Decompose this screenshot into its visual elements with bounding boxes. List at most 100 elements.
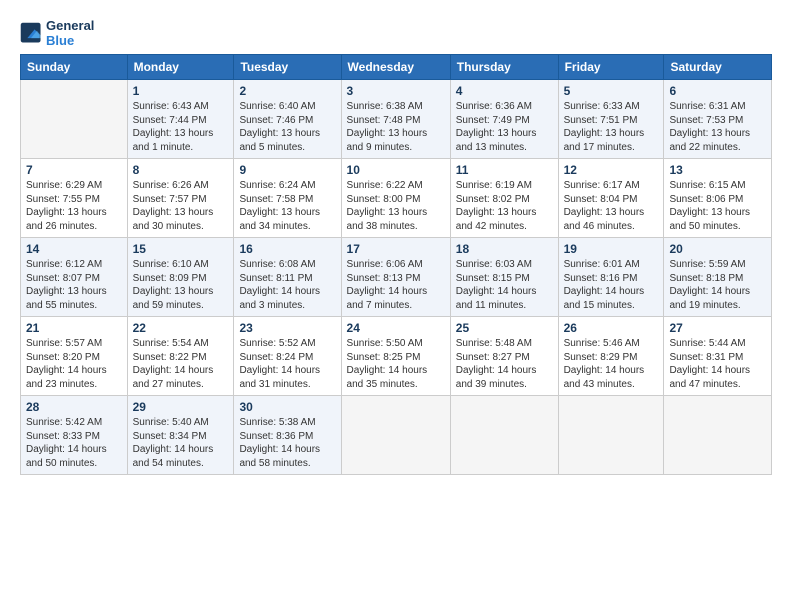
day-number: 13 bbox=[669, 163, 766, 177]
daylight-text: Daylight: 13 hours and 17 minutes. bbox=[564, 128, 645, 153]
calendar-cell: 25Sunrise: 5:48 AMSunset: 8:27 PMDayligh… bbox=[450, 317, 558, 396]
sunrise-text: Sunrise: 6:22 AM bbox=[347, 180, 423, 191]
sunrise-text: Sunrise: 6:01 AM bbox=[564, 259, 640, 270]
day-info: Sunrise: 5:59 AMSunset: 8:18 PMDaylight:… bbox=[669, 258, 766, 312]
day-info: Sunrise: 5:52 AMSunset: 8:24 PMDaylight:… bbox=[239, 337, 335, 391]
calendar-cell: 21 Sunrise: 5:57 AMSunset: 8:20 PMDayligh… bbox=[21, 317, 128, 396]
sunset-text: Sunset: 7:55 PM bbox=[26, 194, 100, 205]
sunrise-text: Sunrise: 6:26 AM bbox=[133, 180, 209, 191]
calendar-cell: 19Sunrise: 6:01 AMSunset: 8:16 PMDayligh… bbox=[558, 238, 664, 317]
day-info: Sunrise: 6:03 AMSunset: 8:15 PMDaylight:… bbox=[456, 258, 553, 312]
sunrise-text: Sunrise: 6:24 AM bbox=[239, 180, 315, 191]
day-info: Sunrise: 5:57 AMSunset: 8:20 PMDaylight:… bbox=[26, 337, 122, 391]
day-number: 20 bbox=[669, 242, 766, 256]
day-info: Sunrise: 6:08 AMSunset: 8:11 PMDaylight:… bbox=[239, 258, 335, 312]
daylight-text: Daylight: 14 hours and 19 minutes. bbox=[669, 286, 750, 311]
sunset-text: Sunset: 7:51 PM bbox=[564, 115, 638, 126]
day-header-wednesday: Wednesday bbox=[341, 55, 450, 80]
calendar-cell: 14Sunrise: 6:12 AMSunset: 8:07 PMDayligh… bbox=[21, 238, 128, 317]
calendar-cell: 17 Sunrise: 6:06 AM Sunset: 8:13 PM Dayligh… bbox=[341, 238, 450, 317]
sunset-text: Sunset: 8:02 PM bbox=[456, 194, 530, 205]
day-info: Sunrise: 5:42 AMSunset: 8:33 PMDaylight:… bbox=[26, 416, 122, 470]
day-info: Sunrise: 6:15 AMSunset: 8:06 PMDaylight:… bbox=[669, 179, 766, 233]
calendar-cell bbox=[558, 396, 664, 475]
daylight-text: Daylight: 13 hours and 55 minutes. bbox=[26, 286, 107, 311]
sunrise-text: Sunrise: 5:50 AM bbox=[347, 338, 423, 349]
calendar-cell: 11Sunrise: 6:19 AMSunset: 8:02 PMDayligh… bbox=[450, 159, 558, 238]
calendar-cell: 10Sunrise: 6:22 AMSunset: 8:00 PMDayligh… bbox=[341, 159, 450, 238]
sunrise-text: Sunrise: 5:44 AM bbox=[669, 338, 745, 349]
calendar-cell: 9Sunrise: 6:24 AMSunset: 7:58 PMDaylight… bbox=[234, 159, 341, 238]
daylight-text: Daylight: 14 hours and 23 minutes. bbox=[26, 365, 107, 390]
sunset-text: Sunset: 7:58 PM bbox=[239, 194, 313, 205]
sunset-text: Sunset: 8:15 PM bbox=[456, 273, 530, 284]
sunset-text: Sunset: 8:11 PM bbox=[239, 273, 312, 284]
daylight-text: Daylight: 14 hours and 11 minutes. bbox=[456, 286, 537, 311]
daylight-text: Daylight: 14 hours and 54 minutes. bbox=[133, 444, 214, 469]
day-header-saturday: Saturday bbox=[664, 55, 772, 80]
day-header-monday: Monday bbox=[127, 55, 234, 80]
sunset-text: Sunset: 7:49 PM bbox=[456, 115, 530, 126]
calendar-cell: 29Sunrise: 5:40 AMSunset: 8:34 PMDayligh… bbox=[127, 396, 234, 475]
calendar-week-5: 28Sunrise: 5:42 AMSunset: 8:33 PMDayligh… bbox=[21, 396, 772, 475]
calendar-table: SundayMondayTuesdayWednesdayThursdayFrid… bbox=[20, 54, 772, 475]
day-info: Sunrise: 6:26 AMSunset: 7:57 PMDaylight:… bbox=[133, 179, 229, 233]
day-number: 24 bbox=[347, 321, 445, 335]
calendar-cell bbox=[664, 396, 772, 475]
sunset-text: Sunset: 8:04 PM bbox=[564, 194, 638, 205]
calendar-cell: 18Sunrise: 6:03 AMSunset: 8:15 PMDayligh… bbox=[450, 238, 558, 317]
day-info: Sunrise: 6:29 AMSunset: 7:55 PMDaylight:… bbox=[26, 179, 122, 233]
sunrise-text: Sunrise: 6:40 AM bbox=[239, 101, 315, 112]
daylight-text: Daylight: 13 hours and 30 minutes. bbox=[133, 207, 214, 232]
daylight-text: Daylight: 13 hours and 1 minute. bbox=[133, 128, 214, 153]
sunrise-text: Sunrise: 6:36 AM bbox=[456, 101, 532, 112]
sunrise-text: Sunrise: 6:06 AM bbox=[347, 259, 423, 270]
day-info: Sunrise: 6:36 AM Sunset: 7:49 PM Daylight:… bbox=[456, 100, 553, 154]
logo: General Blue bbox=[20, 18, 94, 48]
logo-icon bbox=[20, 22, 42, 44]
day-number: 22 bbox=[133, 321, 229, 335]
calendar-cell: 22 Sunrise: 5:54 AMSunset: 8:22 PMDayligh… bbox=[127, 317, 234, 396]
sunrise-text: Sunrise: 5:48 AM bbox=[456, 338, 532, 349]
calendar-cell: 15 Sunrise: 6:10 AMSunset: 8:09 PMDayligh… bbox=[127, 238, 234, 317]
sunrise-text: Sunrise: 5:40 AM bbox=[133, 417, 209, 428]
day-info: Sunrise: 5:50 AMSunset: 8:25 PMDaylight:… bbox=[347, 337, 445, 391]
calendar-cell bbox=[21, 80, 128, 159]
daylight-text: Daylight: 13 hours and 13 minutes. bbox=[456, 128, 537, 153]
sunset-text: Sunset: 7:46 PM bbox=[239, 115, 313, 126]
calendar-cell: 3Sunrise: 6:38 AMSunset: 7:48 PMDaylight… bbox=[341, 80, 450, 159]
calendar-header: SundayMondayTuesdayWednesdayThursdayFrid… bbox=[21, 55, 772, 80]
day-number: 4 bbox=[456, 84, 553, 98]
day-number: 21 bbox=[26, 321, 122, 335]
calendar-cell: 2Sunrise: 6:40 AMSunset: 7:46 PMDaylight… bbox=[234, 80, 341, 159]
sunrise-text: Sunrise: 6:19 AM bbox=[456, 180, 532, 191]
sunrise-text: Sunrise: 5:59 AM bbox=[669, 259, 745, 270]
calendar-cell: 8Sunrise: 6:26 AMSunset: 7:57 PMDaylight… bbox=[127, 159, 234, 238]
calendar-body: 1Sunrise: 6:43 AMSunset: 7:44 PMDaylight… bbox=[21, 80, 772, 475]
daylight-text: Daylight: 13 hours and 5 minutes. bbox=[239, 128, 320, 153]
sunset-text: Sunset: 8:36 PM bbox=[239, 431, 313, 442]
sunrise-text: Sunrise: 6:08 AM bbox=[239, 259, 315, 270]
sunrise-text: Sunrise: 6:12 AM bbox=[26, 259, 102, 270]
sunset-text: Sunset: 8:09 PM bbox=[133, 273, 207, 284]
sunset-text: Sunset: 8:13 PM bbox=[347, 273, 421, 284]
sunset-text: Sunset: 7:53 PM bbox=[669, 115, 743, 126]
day-number: 15 bbox=[133, 242, 229, 256]
daylight-text: Daylight: 14 hours and 27 minutes. bbox=[133, 365, 214, 390]
day-info: Sunrise: 6:10 AMSunset: 8:09 PMDaylight:… bbox=[133, 258, 229, 312]
day-info: Sunrise: 5:54 AMSunset: 8:22 PMDaylight:… bbox=[133, 337, 229, 391]
sunrise-text: Sunrise: 6:15 AM bbox=[669, 180, 745, 191]
calendar-week-2: 7Sunrise: 6:29 AMSunset: 7:55 PMDaylight… bbox=[21, 159, 772, 238]
day-number: 17 bbox=[347, 242, 445, 256]
daylight-text: Daylight: 14 hours and 15 minutes. bbox=[564, 286, 645, 311]
day-number: 16 bbox=[239, 242, 335, 256]
sunset-text: Sunset: 7:48 PM bbox=[347, 115, 421, 126]
sunrise-text: Sunrise: 5:52 AM bbox=[239, 338, 315, 349]
day-info: Sunrise: 5:44 AMSunset: 8:31 PMDaylight:… bbox=[669, 337, 766, 391]
daylight-text: Daylight: 14 hours and 50 minutes. bbox=[26, 444, 107, 469]
calendar-cell bbox=[341, 396, 450, 475]
calendar-cell: 28Sunrise: 5:42 AMSunset: 8:33 PMDayligh… bbox=[21, 396, 128, 475]
sunset-text: Sunset: 8:27 PM bbox=[456, 352, 530, 363]
header: General Blue bbox=[20, 18, 772, 48]
daylight-text: Daylight: 14 hours and 7 minutes. bbox=[347, 286, 428, 311]
